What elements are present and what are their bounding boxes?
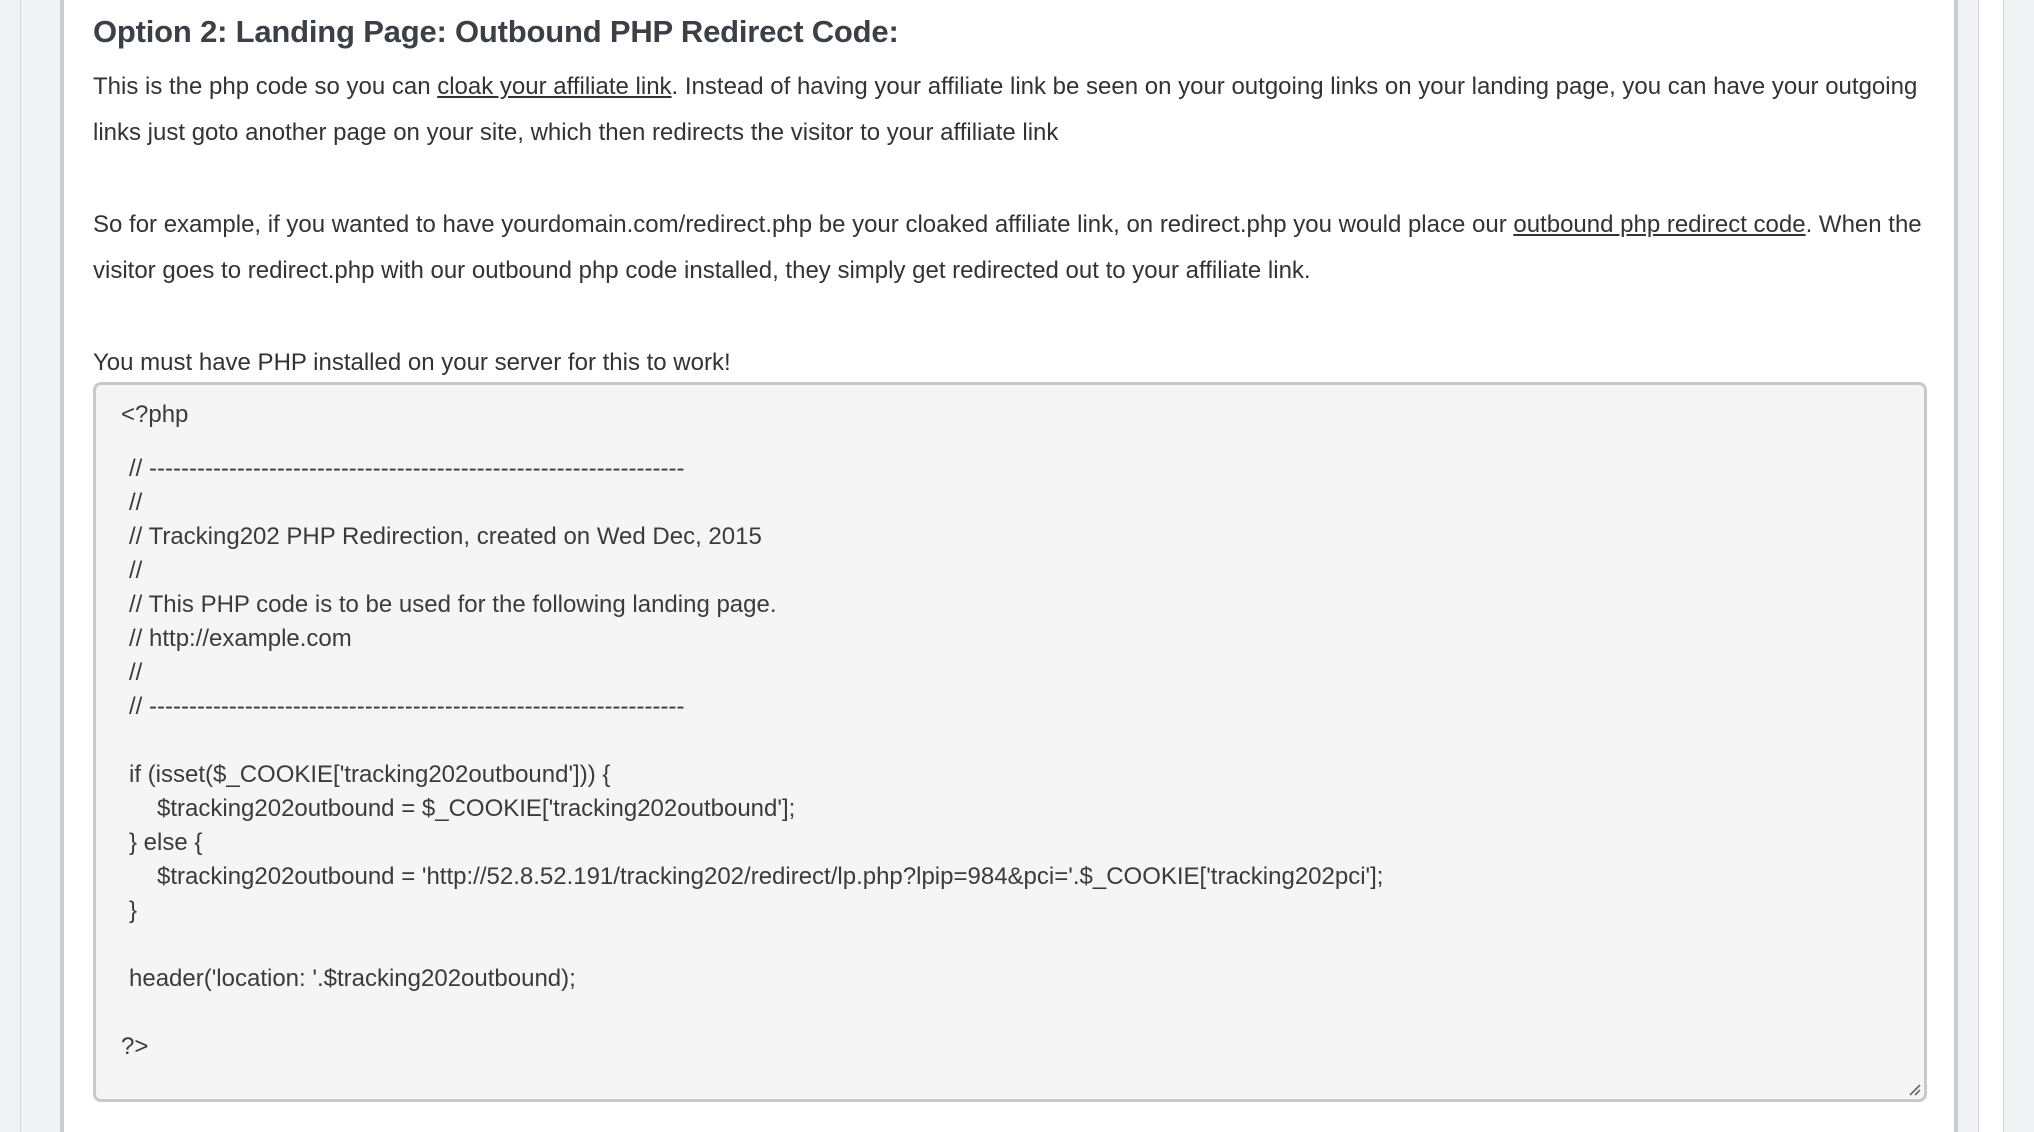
example-paragraph: So for example, if you wanted to have yo… — [93, 202, 1933, 294]
php-requirement-note: You must have PHP installed on your serv… — [93, 349, 731, 376]
intro-text-before: This is the php code so you can — [93, 73, 438, 100]
code-line: } — [129, 897, 138, 924]
code-line: // -------------------------------------… — [129, 455, 685, 482]
code-line: // — [129, 659, 143, 686]
code-line: } else { — [129, 829, 203, 856]
code-line: // — [129, 489, 143, 516]
side-panel-edge — [1978, 0, 2004, 1132]
code-line: $tracking202outbound = 'http://52.8.52.1… — [157, 863, 1384, 890]
page-background-right — [1978, 0, 2034, 1132]
code-line: // This PHP code is to be used for the f… — [129, 591, 777, 618]
intro-paragraph: This is the php code so you can cloak yo… — [93, 64, 1933, 156]
page-background-left — [0, 0, 21, 1132]
section-heading: Option 2: Landing Page: Outbound PHP Red… — [93, 14, 899, 49]
code-line: <?php — [121, 401, 189, 428]
outbound-php-redirect-code-link[interactable]: outbound php redirect code — [1513, 211, 1805, 238]
resize-handle-icon[interactable] — [1906, 1081, 1922, 1097]
php-code-textarea[interactable]: <?php // -------------------------------… — [93, 382, 1927, 1102]
cloak-affiliate-link[interactable]: cloak your affiliate link — [437, 73, 671, 100]
code-line: // http://example.com — [129, 625, 352, 652]
content-panel: Option 2: Landing Page: Outbound PHP Red… — [60, 0, 1958, 1132]
example-text-before: So for example, if you wanted to have yo… — [93, 211, 1514, 238]
code-line: if (isset($_COOKIE['tracking202outbound'… — [129, 761, 611, 788]
code-line: // Tracking202 PHP Redirection, created … — [129, 523, 762, 550]
code-line: $tracking202outbound = $_COOKIE['trackin… — [157, 795, 796, 822]
code-line: ?> — [121, 1033, 149, 1060]
code-line: // -------------------------------------… — [129, 693, 685, 720]
code-line: // — [129, 557, 143, 584]
code-line: header('location: '.$tracking202outbound… — [129, 965, 576, 992]
